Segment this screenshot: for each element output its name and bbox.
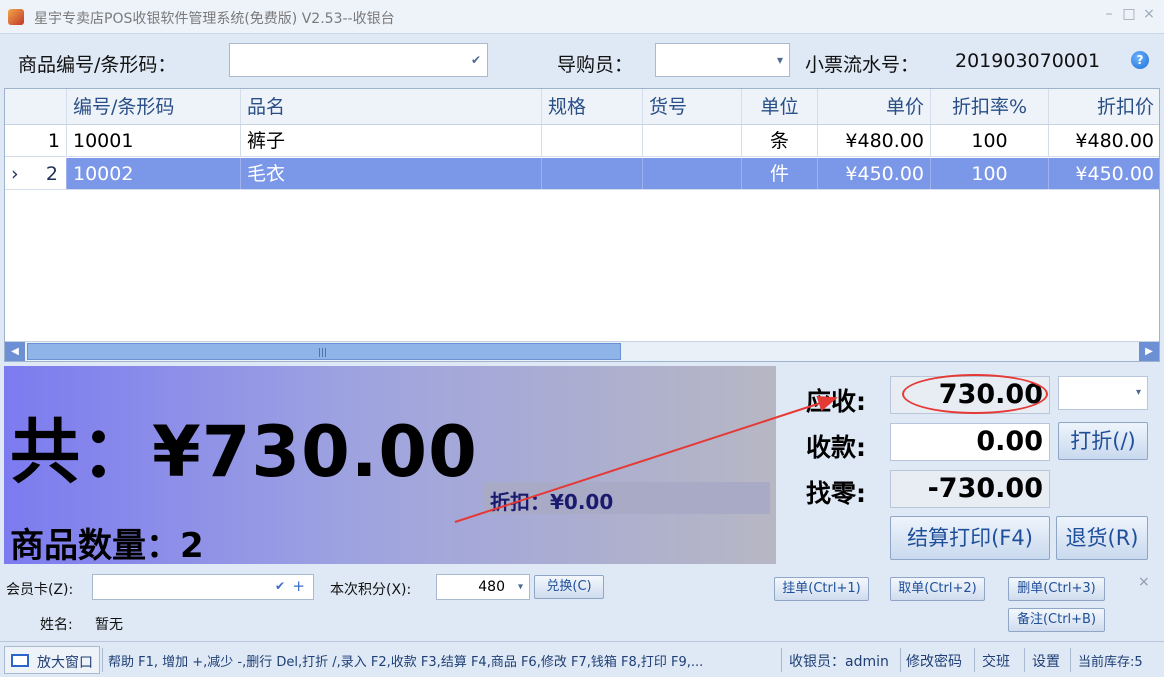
shift-link[interactable]: 交班 (982, 651, 1010, 671)
points-select[interactable]: 480 ▾ (436, 574, 530, 600)
shortcut-help: 帮助 F1, 增加 +,减少 -,删行 Del,打折 /,录入 F2,收款 F3… (108, 655, 704, 670)
name-value: 暂无 (95, 617, 123, 633)
chevron-down-icon: ▾ (517, 581, 523, 593)
zoom-window-button[interactable]: 放大窗口 (4, 646, 100, 674)
name-label: 姓名: (40, 617, 73, 633)
window-icon (11, 654, 29, 667)
member-card-label: 会员卡(Z): (6, 582, 74, 598)
fetch-order-button[interactable]: 取单(Ctrl+2) (890, 577, 985, 601)
change-password-link[interactable]: 修改密码 (906, 651, 962, 671)
check-icon[interactable]: ✔ (275, 579, 285, 593)
points-label: 本次积分(X): (330, 582, 412, 598)
status-bar: 放大窗口 帮助 F1, 增加 +,减少 -,删行 Del,打折 /,录入 F2,… (0, 641, 1164, 677)
member-area: 会员卡(Z): ✔ + 本次积分(X): 480 ▾ 兑换(C) 姓名: 暂无 … (0, 568, 1164, 638)
close-icon[interactable]: × (1138, 574, 1150, 590)
stock-label: 当前库存:5 (1078, 655, 1143, 670)
points-value: 480 (478, 579, 505, 595)
hold-order-button[interactable]: 挂单(Ctrl+1) (774, 577, 869, 601)
cashier-label: 收银员：admin (789, 654, 889, 670)
add-member-icon[interactable]: + (292, 577, 305, 595)
note-button[interactable]: 备注(Ctrl+B) (1008, 608, 1105, 632)
member-card-input[interactable]: ✔ + (92, 574, 314, 600)
settings-link[interactable]: 设置 (1032, 651, 1060, 671)
redeem-button[interactable]: 兑换(C) (534, 575, 604, 599)
delete-order-button[interactable]: 删单(Ctrl+3) (1008, 577, 1105, 601)
zoom-window-label: 放大窗口 (37, 655, 93, 671)
